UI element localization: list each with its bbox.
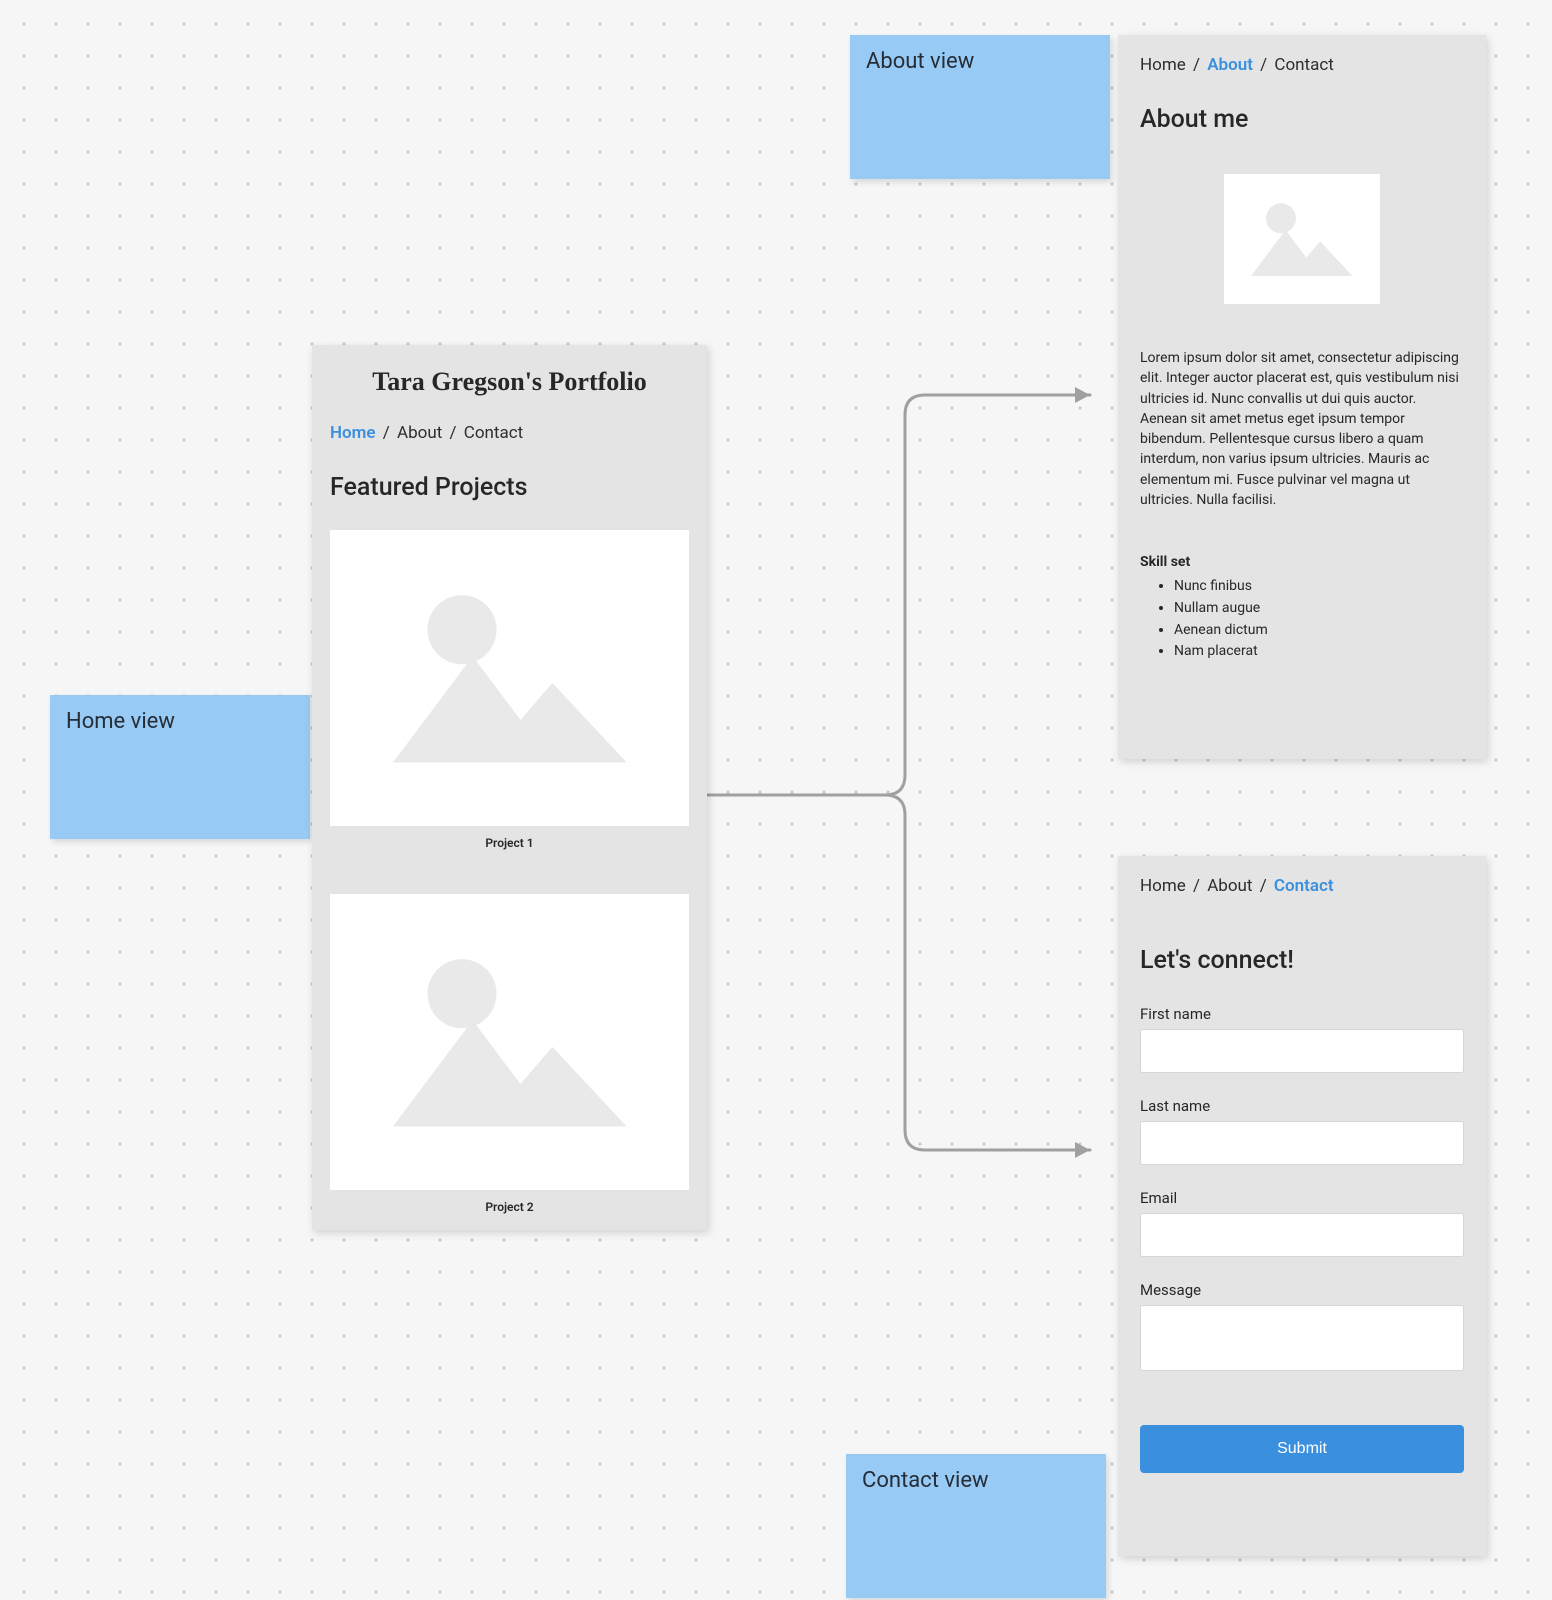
- project-1-caption: Project 1: [330, 836, 689, 850]
- about-heading: About me: [1140, 105, 1464, 134]
- breadcrumb-about[interactable]: About: [397, 423, 442, 443]
- first-name-input[interactable]: [1140, 1029, 1464, 1073]
- first-name-label: First name: [1140, 1005, 1464, 1023]
- submit-button[interactable]: Submit: [1140, 1425, 1464, 1473]
- skill-list: Nunc finibus Nullam augue Aenean dictum …: [1140, 576, 1464, 663]
- breadcrumb: Home / About / Contact: [1140, 876, 1464, 896]
- image-placeholder-icon: [1244, 191, 1359, 287]
- message-textarea[interactable]: [1140, 1305, 1464, 1371]
- breadcrumb-home[interactable]: Home: [330, 423, 376, 443]
- breadcrumb-home[interactable]: Home: [1140, 876, 1186, 896]
- contact-screen[interactable]: Home / About / Contact Let's connect! Fi…: [1118, 856, 1486, 1556]
- image-placeholder-icon: [377, 568, 643, 787]
- skillset-heading: Skill set: [1140, 554, 1464, 570]
- label-contact-view[interactable]: Contact view: [846, 1454, 1106, 1598]
- breadcrumb-sep: /: [1193, 55, 1200, 75]
- contact-heading: Let's connect!: [1140, 946, 1464, 975]
- breadcrumb-sep: /: [383, 423, 390, 443]
- featured-heading: Featured Projects: [330, 473, 689, 502]
- about-screen[interactable]: Home / About / Contact About me Lorem ip…: [1118, 35, 1486, 759]
- breadcrumb: Home / About / Contact: [330, 423, 689, 443]
- label-about-view[interactable]: About view: [850, 35, 1110, 179]
- last-name-input[interactable]: [1140, 1121, 1464, 1165]
- label-home-view[interactable]: Home view: [50, 695, 310, 839]
- email-label: Email: [1140, 1189, 1464, 1207]
- breadcrumb-about[interactable]: About: [1207, 55, 1253, 75]
- message-label: Message: [1140, 1281, 1464, 1299]
- breadcrumb-contact[interactable]: Contact: [464, 423, 523, 443]
- skill-item: Nunc finibus: [1174, 576, 1464, 598]
- project-1-image[interactable]: [330, 530, 689, 826]
- breadcrumb: Home / About / Contact: [1140, 55, 1464, 75]
- skill-item: Aenean dictum: [1174, 620, 1464, 642]
- project-2-caption: Project 2: [330, 1200, 689, 1214]
- breadcrumb-home[interactable]: Home: [1140, 55, 1186, 75]
- last-name-label: Last name: [1140, 1097, 1464, 1115]
- project-2-image[interactable]: [330, 894, 689, 1190]
- about-image: [1224, 174, 1380, 304]
- breadcrumb-sep: /: [450, 423, 457, 443]
- site-title: Tara Gregson's Portfolio: [330, 367, 689, 397]
- breadcrumb-sep: /: [1260, 55, 1267, 75]
- about-body: Lorem ipsum dolor sit amet, consectetur …: [1140, 348, 1464, 510]
- email-input[interactable]: [1140, 1213, 1464, 1257]
- skill-item: Nullam augue: [1174, 598, 1464, 620]
- breadcrumb-contact[interactable]: Contact: [1274, 55, 1333, 75]
- image-placeholder-icon: [377, 932, 643, 1151]
- breadcrumb-sep: /: [1260, 876, 1267, 896]
- breadcrumb-about[interactable]: About: [1207, 876, 1252, 896]
- home-screen[interactable]: Tara Gregson's Portfolio Home / About / …: [312, 345, 707, 1230]
- breadcrumb-sep: /: [1193, 876, 1200, 896]
- breadcrumb-contact[interactable]: Contact: [1274, 876, 1334, 896]
- skill-item: Nam placerat: [1174, 641, 1464, 663]
